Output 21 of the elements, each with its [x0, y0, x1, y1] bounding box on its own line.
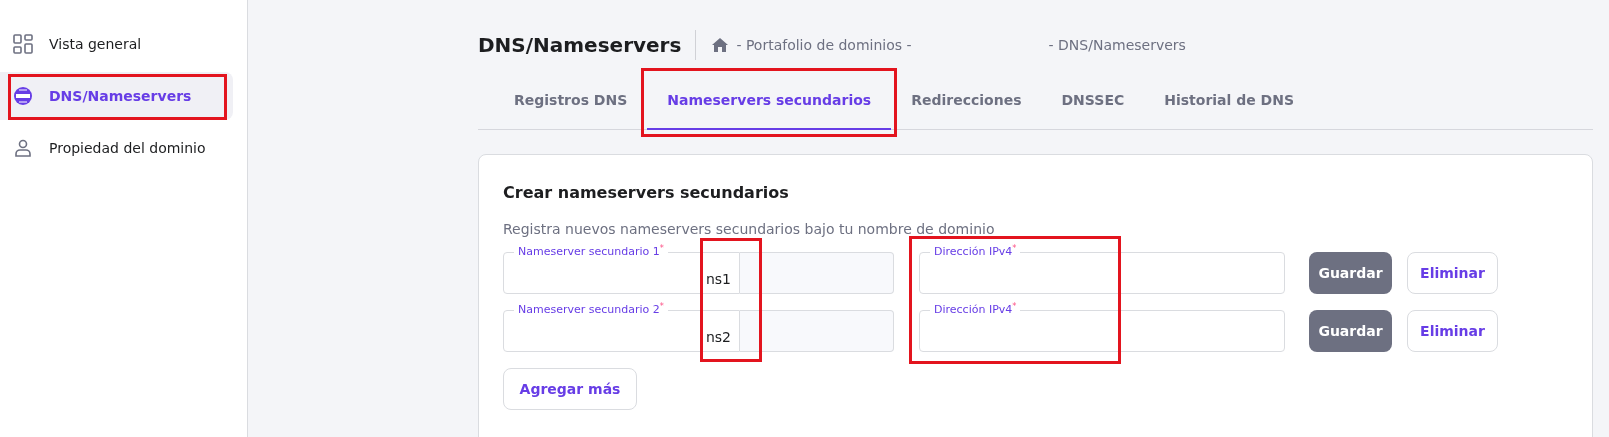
page-title: DNS/Nameservers [478, 30, 697, 60]
breadcrumb-link[interactable]: - Portafolio de dominios - [736, 34, 912, 56]
home-icon[interactable] [712, 38, 729, 52]
tab[interactable]: Nameservers secundarios [647, 74, 892, 130]
add-more-button[interactable]: Agregar más [503, 368, 637, 410]
tab[interactable]: DNSSEC [1041, 74, 1145, 128]
tab[interactable]: Redirecciones [891, 74, 1042, 128]
person-icon [13, 138, 33, 158]
breadcrumb-link[interactable]: - DNS/Nameservers [1048, 34, 1186, 56]
card-title: Crear nameservers secundarios [503, 182, 790, 204]
save-button[interactable]: Guardar [1309, 310, 1392, 352]
sidebar-item[interactable]: Vista general [0, 20, 233, 68]
card-subtitle: Registra nuevos nameservers secundarios bajo tu nombre de dominio [503, 220, 996, 239]
globe-icon [13, 86, 33, 106]
delete-button[interactable]: Eliminar [1407, 252, 1498, 294]
sidebar-item[interactable]: Propiedad del dominio [0, 124, 233, 172]
tab[interactable]: Historial de DNS [1144, 74, 1314, 128]
save-button[interactable]: Guardar [1309, 252, 1392, 294]
tab[interactable]: Registros DNS [494, 74, 648, 128]
grid-icon [13, 34, 33, 54]
delete-button[interactable]: Eliminar [1407, 310, 1498, 352]
